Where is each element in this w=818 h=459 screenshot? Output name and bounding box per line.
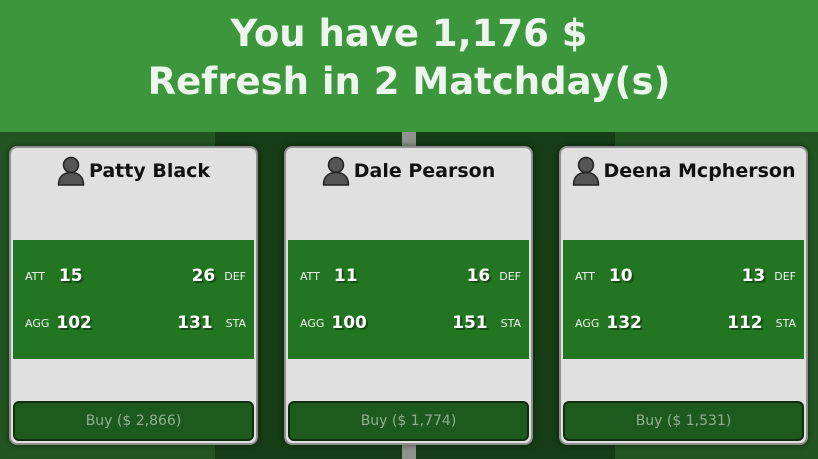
stat-value: 26	[191, 266, 216, 286]
player-card: Dale Pearson ATT 11 16 DEF AGG 100 151 S…	[284, 146, 533, 445]
stat-def: 16 DEF	[467, 266, 521, 286]
stat-value: 100	[331, 313, 367, 333]
stat-value: 13	[741, 266, 766, 286]
stat-label: AGG	[25, 316, 50, 330]
stat-agg: AGG 132	[575, 313, 642, 333]
stat-value: 102	[56, 313, 92, 333]
player-name: Dale Pearson	[353, 160, 496, 182]
stat-label: DEF	[774, 269, 796, 283]
stat-sta: 112 STA	[727, 313, 796, 333]
stat-agg: AGG 100	[300, 313, 367, 333]
player-stats: ATT 11 16 DEF AGG 100 151 STA	[288, 240, 529, 359]
stat-att: ATT 11	[300, 266, 358, 286]
stat-def: 13 DEF	[742, 266, 796, 286]
player-stats: ATT 15 26 DEF AGG 102 131 STA	[13, 240, 254, 359]
player-stats: ATT 10 13 DEF AGG 132 112 STA	[563, 240, 804, 359]
player-header: Dale Pearson	[286, 156, 531, 186]
stat-label: DEF	[499, 269, 521, 283]
person-silhouette-icon	[57, 156, 85, 186]
player-card: Deena Mcpherson ATT 10 13 DEF AGG 132 11…	[559, 146, 808, 445]
stat-label: DEF	[224, 269, 246, 283]
stat-value: 132	[606, 313, 642, 333]
stat-def: 26 DEF	[192, 266, 246, 286]
stat-sta: 151 STA	[452, 313, 521, 333]
refresh-text: Refresh in 2 Matchday(s)	[147, 60, 671, 103]
stat-label: AGG	[300, 316, 325, 330]
stat-value: 15	[58, 266, 83, 286]
player-header: Patty Black	[11, 156, 256, 186]
person-silhouette-icon	[322, 156, 350, 186]
stat-value: 10	[608, 266, 633, 286]
stat-label: STA	[500, 316, 521, 330]
buy-button[interactable]: Buy ($ 2,866)	[13, 401, 254, 441]
player-header: Deena Mcpherson	[561, 156, 806, 186]
person-silhouette-icon	[572, 156, 599, 186]
stat-value: 16	[466, 266, 491, 286]
stat-att: ATT 15	[25, 266, 83, 286]
stat-value: 151	[452, 313, 488, 333]
buy-button[interactable]: Buy ($ 1,774)	[288, 401, 529, 441]
player-name: Patty Black	[88, 160, 211, 182]
stat-label: AGG	[575, 316, 600, 330]
stat-label: ATT	[300, 269, 320, 283]
money-text: You have 1,176 $	[230, 12, 588, 55]
market-header: You have 1,176 $ Refresh in 2 Matchday(s…	[0, 0, 818, 132]
stat-agg: AGG 102	[25, 313, 92, 333]
stat-label: ATT	[575, 269, 595, 283]
stat-sta: 131 STA	[177, 313, 246, 333]
stat-value: 11	[333, 266, 358, 286]
stat-att: ATT 10	[575, 266, 633, 286]
stat-label: STA	[775, 316, 796, 330]
player-card: Patty Black ATT 15 26 DEF AGG 102 131 ST…	[9, 146, 258, 445]
stat-value: 131	[177, 313, 213, 333]
player-name: Deena Mcpherson	[603, 160, 796, 182]
stat-label: ATT	[25, 269, 45, 283]
stat-label: STA	[225, 316, 246, 330]
stat-value: 112	[727, 313, 763, 333]
buy-button[interactable]: Buy ($ 1,531)	[563, 401, 804, 441]
